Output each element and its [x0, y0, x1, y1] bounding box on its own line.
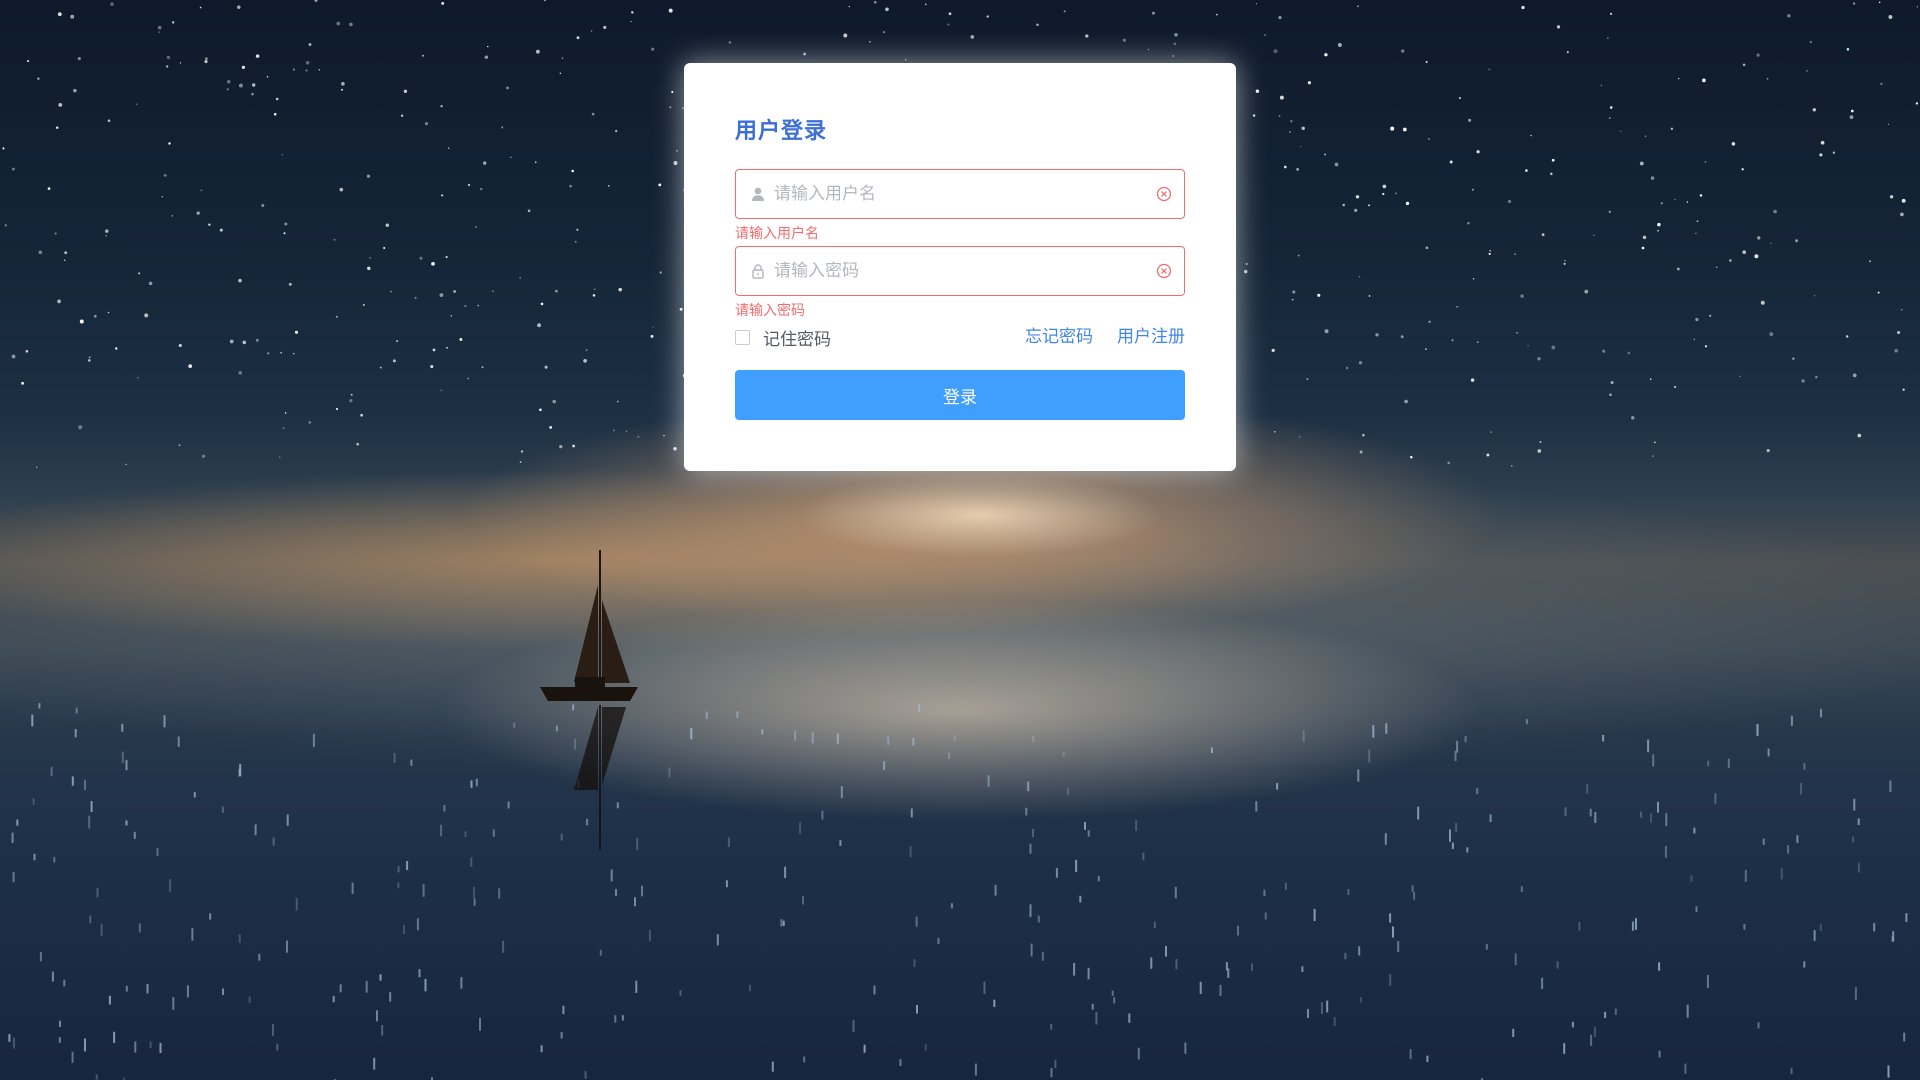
circle-close-icon[interactable] — [1156, 263, 1172, 279]
login-button[interactable]: 登录 — [735, 370, 1185, 420]
remember-password-checkbox[interactable] — [735, 329, 750, 345]
username-input[interactable] — [774, 170, 1144, 218]
login-card: 用户登录 请输入用户名 请输入密码 记住密码 忘记密码 用户注册 登录 — [684, 63, 1236, 471]
forgot-password-link[interactable]: 忘记密码 — [1025, 327, 1093, 347]
auth-links: 忘记密码 用户注册 — [1025, 327, 1185, 347]
username-error-text: 请输入用户名 — [735, 226, 819, 242]
remember-password-label[interactable]: 记住密码 — [763, 325, 831, 350]
user-icon — [752, 187, 764, 201]
remember-password[interactable]: 记住密码 — [735, 325, 831, 350]
password-field[interactable] — [735, 246, 1185, 296]
username-field[interactable] — [735, 169, 1185, 219]
circle-close-icon[interactable] — [1156, 186, 1172, 202]
lock-icon — [752, 264, 764, 279]
password-error-text: 请输入密码 — [735, 303, 805, 319]
login-title: 用户登录 — [735, 119, 828, 144]
password-input[interactable] — [774, 247, 1144, 295]
sailboat-image — [540, 550, 638, 850]
register-link[interactable]: 用户注册 — [1117, 327, 1185, 347]
